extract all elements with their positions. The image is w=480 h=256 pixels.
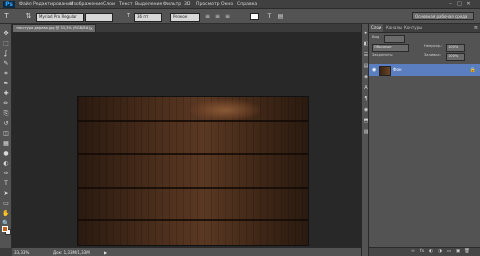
type-tool-icon[interactable]: T [2,180,10,188]
font-style-value: Regular [61,14,77,19]
document-info: Док: 1,33M/1,33M [53,250,90,255]
warp-text-icon[interactable]: T [265,12,274,21]
hand-tool-icon[interactable]: ✋ [2,210,10,218]
gradient-tool-icon[interactable]: ▦ [2,140,10,148]
quick-select-tool-icon[interactable]: ✎ [2,60,10,68]
menu-select[interactable]: Выделение [135,1,162,8]
menu-image[interactable]: Изображение [70,1,103,8]
plank-seam [78,153,308,155]
status-menu-arrow-icon[interactable]: ▶ [104,249,107,256]
blur-tool-icon[interactable]: ● [2,150,10,158]
workspace-select[interactable]: Основная рабочая среда [412,12,474,20]
filter-kind-select[interactable] [384,35,405,43]
options-bar: T ⇅ Myriad Pro Regular T 36 пт Резкое ≡ … [0,9,480,24]
tools-panel: ✥ ⬚ ʆ ✎ ⌗ ✒ ✚ ✏ ⎘ ↺ ◫ ▦ ● ◐ ✑ T ➤ ▭ ✋ 🔍 [0,24,12,248]
layers-panel-tabs: Слои Каналы Контуры ≡ [369,24,480,33]
layers-panel: Слои Каналы Контуры ≡ Вид Обычные Непроз… [369,24,480,256]
document-tab[interactable]: текстура дерева.jpg @ 33,3% (RGB/8#) × [12,24,96,32]
zoom-level[interactable]: 33,33% [14,249,29,256]
panel-menu-icon[interactable]: ≡ [474,24,478,32]
eraser-tool-icon[interactable]: ◫ [2,130,10,138]
blend-opacity-row: Обычные Непрозр.: 100% [372,43,477,52]
move-tool-icon[interactable]: ✥ [2,30,10,38]
text-color-swatch[interactable] [250,13,259,20]
opacity-input[interactable]: 100% [446,44,465,52]
layer-name[interactable]: Фон [393,66,402,74]
link-layers-icon[interactable]: ∞ [409,249,417,255]
new-group-icon[interactable]: ▭ [445,249,453,255]
menu-bar: Ps Файл Редактирование Изображение Слои … [0,0,480,9]
path-select-tool-icon[interactable]: ➤ [2,190,10,198]
maximize-icon[interactable]: □ [455,0,464,9]
kind-label: Вид [372,35,380,39]
character-panel-icon[interactable]: ▤ [276,12,285,21]
close-icon[interactable]: ✕ [464,0,473,9]
dodge-tool-icon[interactable]: ◐ [2,160,10,168]
close-document-icon[interactable]: × [90,25,93,32]
plank-seam [78,219,308,221]
menu-3d[interactable]: 3D [184,1,190,8]
document-tab-title: текстура дерева.jpg @ 33,3% (RGB/8#) [16,26,91,30]
eye-icon[interactable]: ◉ [372,67,376,73]
trash-icon[interactable]: 🗑 [463,249,471,255]
photoshop-logo: Ps [3,1,15,8]
crop-tool-icon[interactable]: ⌗ [2,70,10,78]
history-brush-tool-icon[interactable]: ↺ [2,120,10,128]
new-layer-icon[interactable]: ▣ [454,249,462,255]
shape-tool-icon[interactable]: ▭ [2,200,10,208]
minimize-icon[interactable]: – [446,0,455,9]
lasso-tool-icon[interactable]: ʆ [2,50,10,58]
window-controls: – □ ✕ [446,0,480,9]
font-style-select[interactable] [85,13,113,22]
marquee-tool-icon[interactable]: ⬚ [2,40,10,48]
plank-seam [78,187,308,189]
canvas-area[interactable] [12,32,361,247]
adjustment-layer-icon[interactable]: ◑ [436,249,444,255]
lock-icon: 🔒 [469,67,476,73]
layer-filter-row: Вид [372,34,477,43]
pen-tool-icon[interactable]: ✑ [2,170,10,178]
document-canvas-wood-texture[interactable] [78,97,308,245]
blend-mode-select[interactable]: Обычные [372,44,409,52]
clone-tool-icon[interactable]: ⎘ [2,110,10,118]
tab-paths[interactable]: Контуры [402,24,424,32]
layer-row-background[interactable]: ◉ Фон 🔒 [369,64,480,76]
add-mask-icon[interactable]: ◐ [427,249,435,255]
antialias-select[interactable]: Резкое [170,13,200,22]
font-size-icon: T [126,13,131,19]
eyedropper-tool-icon[interactable]: ✒ [2,80,10,88]
lock-label: Закрепить: [372,53,394,57]
menu-type[interactable]: Текст [119,1,133,8]
font-family-value: Myriad Pro [39,14,61,19]
align-center-icon[interactable]: ≡ [213,12,222,21]
menu-window[interactable]: Окно [221,1,233,8]
layer-style-icon[interactable]: fx [418,249,426,255]
brush-tool-icon[interactable]: ✏ [2,100,10,108]
align-right-icon[interactable]: ≡ [223,12,232,21]
layers-footer: ∞ fx ◐ ◑ ▭ ▣ 🗑 [369,247,480,256]
align-left-icon[interactable]: ≡ [203,12,212,21]
layer-thumbnail [379,66,391,76]
opacity-label: Непрозр.: [424,44,443,48]
menu-edit[interactable]: Редактирование [33,1,73,8]
font-family-select[interactable]: Myriad Pro Regular [36,13,84,22]
status-bar: 33,33% Док: 1,33M/1,33M ▶ [12,247,361,256]
fill-label: Заливка: [424,53,441,57]
healing-tool-icon[interactable]: ✚ [2,90,10,98]
font-size-select[interactable]: 36 пт [134,13,162,22]
menu-view[interactable]: Просмотр [196,1,220,8]
lock-fill-row: Закрепить: Заливка: 100% [372,52,477,61]
menu-filter[interactable]: Фильтр [163,1,181,8]
foreground-color-swatch[interactable] [2,226,8,232]
plank-seam [78,120,308,122]
wood-knot-highlight [190,99,260,121]
menu-file[interactable]: Файл [19,1,32,8]
tab-layers[interactable]: Слои [369,24,384,32]
text-orientation-icon[interactable]: ⇅ [24,12,33,21]
type-tool-preset-icon[interactable]: T [2,12,11,21]
fill-input[interactable]: 100% [446,53,465,61]
collapsed-panels-strip: ▸ ◧ ☰ ▤ ◈ A ¶ ◉ ⬒ ▨ [361,24,369,256]
menu-layers[interactable]: Слои [103,1,115,8]
menu-help[interactable]: Справка [237,1,257,8]
